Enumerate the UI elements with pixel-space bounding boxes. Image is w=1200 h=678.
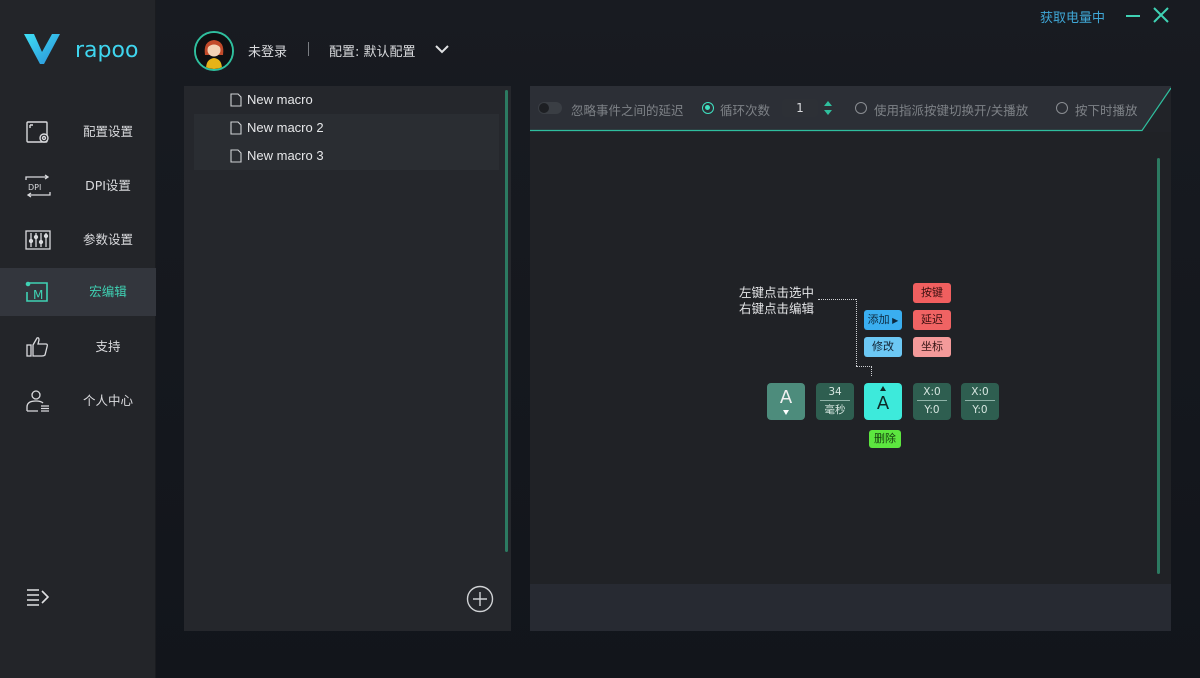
key-up-block-selected[interactable]: A	[864, 383, 902, 420]
sidebar-item-config[interactable]: 配置设置	[0, 108, 156, 156]
brand-name: rapoo	[75, 38, 139, 63]
coordinate-block[interactable]: X:0 Y:0	[913, 383, 951, 420]
press-play-radio[interactable]	[1056, 102, 1068, 114]
hint-connector	[856, 299, 857, 366]
modify-button[interactable]: 修改	[864, 337, 902, 357]
add-delay-button[interactable]: 延迟	[913, 310, 951, 330]
hint-connector	[818, 299, 856, 300]
delay-unit: 毫秒	[824, 404, 846, 416]
rapoo-logo: rapoo	[20, 28, 150, 68]
editor-footer	[530, 584, 1171, 631]
sidebar-item-support[interactable]: 支持	[0, 323, 156, 371]
loop-mode-label: 循环次数	[720, 103, 771, 118]
svg-text:DPI: DPI	[28, 183, 41, 192]
coord-x: X:0	[965, 383, 995, 401]
chevron-down-icon[interactable]	[434, 42, 450, 56]
coordinate-block[interactable]: X:0 Y:0	[961, 383, 999, 420]
key-down-block[interactable]: A	[767, 383, 805, 420]
close-icon[interactable]	[1152, 6, 1170, 24]
macro-name: New macro	[247, 92, 313, 107]
loop-count-stepper[interactable]	[823, 100, 833, 116]
usage-hint: 左键点击选中 右键点击编辑	[739, 285, 814, 317]
hint-connector	[856, 366, 872, 367]
macro-list-item[interactable]: New macro 3	[194, 142, 499, 170]
coord-y: Y:0	[972, 404, 988, 416]
delete-button[interactable]: 删除	[869, 430, 901, 448]
avatar-image	[196, 33, 232, 69]
user-center-icon	[26, 390, 49, 412]
macro-list-item[interactable]: New macro	[194, 86, 499, 114]
profile-selector-label[interactable]: 配置: 默认配置	[329, 41, 416, 60]
sliders-icon	[25, 230, 51, 250]
sidebar: rapoo 配置设置 DPI DPI设置 参数设置 M 宏编辑 支持 个人中心	[0, 0, 156, 678]
sidebar-item-macro[interactable]: M 宏编辑	[0, 268, 156, 316]
sidebar-item-label: 参数设置	[82, 232, 133, 247]
key-label: A	[779, 387, 793, 408]
battery-status: 获取电量中	[1040, 11, 1106, 26]
login-status[interactable]: 未登录	[248, 41, 287, 60]
sidebar-item-label: DPI设置	[85, 178, 131, 193]
press-play-label: 按下时播放	[1075, 103, 1138, 118]
key-up-arrow-icon	[880, 386, 886, 391]
macro-icon: M	[25, 281, 48, 302]
thumbs-up-icon	[26, 337, 48, 357]
loop-mode-radio[interactable]	[702, 102, 714, 114]
header-divider	[308, 42, 309, 56]
hint-line-2: 右键点击编辑	[739, 301, 815, 316]
sidebar-item-params[interactable]: 参数设置	[0, 216, 156, 264]
coord-y: Y:0	[924, 404, 940, 416]
add-coord-button[interactable]: 坐标	[913, 337, 951, 357]
loop-count-input[interactable]: 1	[782, 99, 818, 117]
delay-value: 34	[820, 383, 850, 401]
dpi-icon: DPI	[25, 174, 51, 198]
config-icon	[26, 121, 49, 143]
macro-list-item[interactable]: New macro 2	[194, 114, 499, 142]
delay-block[interactable]: 34 毫秒	[816, 383, 854, 420]
sidebar-item-label: 配置设置	[82, 124, 133, 139]
hint-connector	[871, 366, 872, 376]
sidebar-item-label: 支持	[95, 339, 121, 354]
app-window: rapoo 配置设置 DPI DPI设置 参数设置 M 宏编辑 支持 个人中心 …	[0, 0, 1200, 678]
svg-text:M: M	[33, 288, 43, 302]
toggle-play-radio[interactable]	[855, 102, 867, 114]
sidebar-item-user-center[interactable]: 个人中心	[0, 377, 156, 425]
macro-list-scrollbar[interactable]	[505, 90, 508, 552]
file-icon	[230, 93, 242, 107]
sidebar-item-dpi[interactable]: DPI DPI设置	[0, 162, 156, 210]
sidebar-item-label: 宏编辑	[89, 284, 127, 299]
add-macro-button[interactable]	[466, 585, 494, 613]
logo-v-icon	[24, 34, 60, 64]
file-icon	[230, 149, 242, 163]
ignore-delay-label: 忽略事件之间的延迟	[571, 103, 684, 118]
ignore-delay-toggle[interactable]	[538, 102, 562, 114]
macro-editor-canvas[interactable]	[530, 132, 1171, 584]
toggle-play-label: 使用指派按键切换开/关播放	[874, 103, 1029, 118]
macro-list-panel: New macro New macro 2 New macro 3	[184, 86, 511, 631]
add-label: 添加	[867, 313, 890, 326]
macro-name: New macro 2	[247, 120, 324, 135]
coord-x: X:0	[917, 383, 947, 401]
add-menu-button[interactable]: 添加 ▶	[864, 310, 902, 330]
minimize-icon[interactable]	[1124, 8, 1142, 24]
key-down-arrow-icon	[783, 410, 789, 415]
editor-scrollbar[interactable]	[1157, 158, 1160, 574]
sidebar-item-label: 个人中心	[82, 393, 133, 408]
macro-name: New macro 3	[247, 148, 324, 163]
file-icon	[230, 121, 242, 135]
hint-line-1: 左键点击选中	[739, 285, 815, 300]
avatar[interactable]	[194, 31, 234, 71]
add-key-button[interactable]: 按键	[913, 283, 951, 303]
menu-collapse-icon[interactable]	[25, 586, 51, 608]
